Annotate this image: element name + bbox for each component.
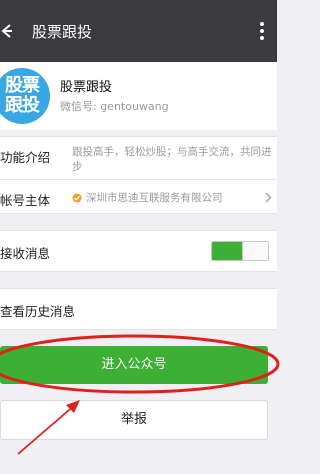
wechat-id: 微信号: gentouwang	[60, 100, 169, 113]
enter-official-account-button[interactable]: 进入公众号	[0, 346, 268, 384]
intro-value: 跟投高手，轻松炒股；与高手交流，共同进步	[72, 146, 272, 173]
receive-messages-toggle[interactable]	[211, 241, 269, 261]
intro-label: 功能介绍	[0, 150, 51, 165]
verified-icon	[72, 193, 82, 203]
receive-messages-row: 接收消息	[0, 230, 277, 272]
owner-label: 帐号主体	[0, 193, 51, 208]
more-options-icon[interactable]	[259, 22, 265, 42]
toggle-on-fill	[212, 242, 242, 260]
account-info: 功能介绍 跟投高手，轻松炒股；与高手交流，共同进步 帐号主体 深圳市思迪互联服务…	[0, 136, 277, 214]
page-title: 股票跟投	[32, 23, 93, 41]
view-history-row[interactable]: 查看历史消息	[0, 288, 277, 330]
profile-card: 股票 跟投 股票跟投 微信号: gentouwang	[0, 62, 277, 130]
avatar-text-bottom: 跟投	[5, 95, 40, 116]
owner-value[interactable]: 深圳市思迪互联服务有限公司	[86, 191, 266, 206]
divider	[0, 179, 277, 180]
back-arrow-icon[interactable]	[0, 22, 12, 40]
receive-messages-label: 接收消息	[0, 246, 51, 261]
top-bar: 股票跟投	[0, 0, 277, 62]
account-name: 股票跟投	[60, 80, 113, 95]
view-history-label: 查看历史消息	[0, 304, 76, 319]
chevron-right-icon[interactable]	[265, 192, 272, 203]
report-button[interactable]: 举报	[0, 400, 268, 440]
toggle-knob[interactable]	[242, 242, 268, 260]
avatar-text-top: 股票	[5, 75, 40, 96]
avatar: 股票 跟投	[0, 68, 50, 124]
